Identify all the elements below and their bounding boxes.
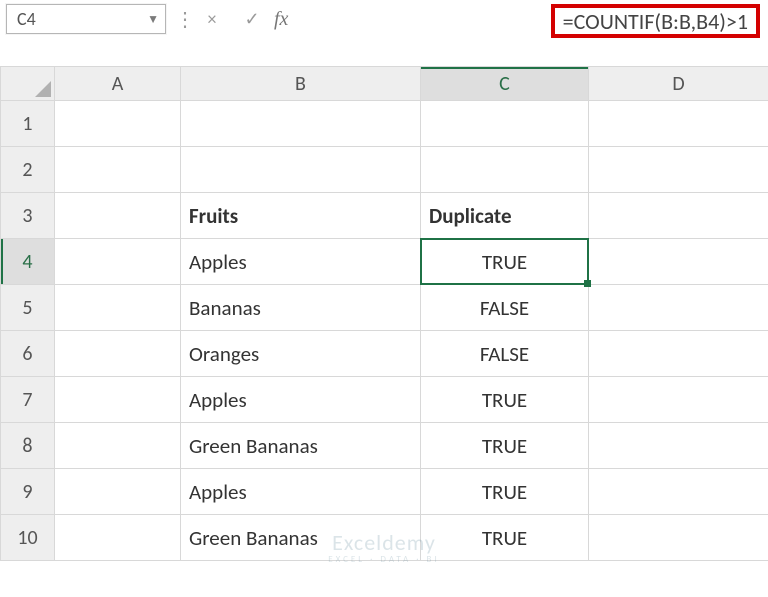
cell-A7[interactable] [55,377,181,423]
formula-bar-buttons: ⋮ × ✓ fx [176,4,298,34]
cell-D4[interactable] [589,239,768,285]
cell-C2[interactable] [421,147,589,193]
row-header-1[interactable]: 1 [1,101,55,147]
cell-A4[interactable] [55,239,181,285]
formula-text: =COUNTIF(B:B,B4)>1 [563,8,748,35]
name-box[interactable]: C4 ▼ [6,4,166,34]
cell-D3[interactable] [589,193,768,239]
row-header-10[interactable]: 10 [1,515,55,561]
spreadsheet-grid: A B C D 1 2 3 [0,66,768,561]
cell-D5[interactable] [589,285,768,331]
col-header-C[interactable]: C [421,67,589,101]
cell-D8[interactable] [589,423,768,469]
cell-D2[interactable] [589,147,768,193]
cell-D1[interactable] [589,101,768,147]
cell-C9[interactable]: TRUE [421,469,589,515]
divider-icon: ⋮ [180,4,190,34]
cell-A2[interactable] [55,147,181,193]
fx-icon[interactable]: fx [274,8,294,31]
cell-B1[interactable] [181,101,421,147]
cell-A5[interactable] [55,285,181,331]
col-header-D[interactable]: D [589,67,768,101]
row-header-7[interactable]: 7 [1,377,55,423]
cell-D6[interactable] [589,331,768,377]
cell-B3[interactable]: Fruits [181,193,421,239]
formula-input[interactable]: =COUNTIF(B:B,B4)>1 [551,4,760,38]
chevron-down-icon[interactable]: ▼ [147,12,159,27]
cell-A3[interactable] [55,193,181,239]
cell-C7[interactable]: TRUE [421,377,589,423]
cell-B4[interactable]: Apples [181,239,421,285]
cell-B10[interactable]: Green Bananas [181,515,421,561]
name-box-value: C4 [17,8,36,30]
cell-A10[interactable] [55,515,181,561]
cancel-icon[interactable]: × [194,4,230,34]
cell-A8[interactable] [55,423,181,469]
col-header-A[interactable]: A [55,67,181,101]
row-header-2[interactable]: 2 [1,147,55,193]
cell-D10[interactable] [589,515,768,561]
row-header-9[interactable]: 9 [1,469,55,515]
cell-B6[interactable]: Oranges [181,331,421,377]
accept-icon[interactable]: ✓ [234,4,270,34]
cell-D9[interactable] [589,469,768,515]
cell-B9[interactable]: Apples [181,469,421,515]
select-all-triangle[interactable] [1,67,55,101]
cell-B2[interactable] [181,147,421,193]
cell-C3[interactable]: Duplicate [421,193,589,239]
cell-C1[interactable] [421,101,589,147]
cell-A1[interactable] [55,101,181,147]
row-header-8[interactable]: 8 [1,423,55,469]
cell-D7[interactable] [589,377,768,423]
col-header-B[interactable]: B [181,67,421,101]
cell-C10[interactable]: TRUE [421,515,589,561]
cell-B5[interactable]: Bananas [181,285,421,331]
cell-C5[interactable]: FALSE [421,285,589,331]
cell-B7[interactable]: Apples [181,377,421,423]
sheet-table: A B C D 1 2 3 [0,66,768,561]
cell-A6[interactable] [55,331,181,377]
row-header-6[interactable]: 6 [1,331,55,377]
cell-C8[interactable]: TRUE [421,423,589,469]
row-header-3[interactable]: 3 [1,193,55,239]
cell-C6[interactable]: FALSE [421,331,589,377]
cell-B8[interactable]: Green Bananas [181,423,421,469]
formula-bar-row: C4 ▼ ⋮ × ✓ fx =COUNTIF(B:B,B4)>1 [0,0,768,38]
cell-A9[interactable] [55,469,181,515]
cell-C4[interactable]: TRUE [421,239,589,285]
row-header-4[interactable]: 4 [1,239,55,285]
row-header-5[interactable]: 5 [1,285,55,331]
